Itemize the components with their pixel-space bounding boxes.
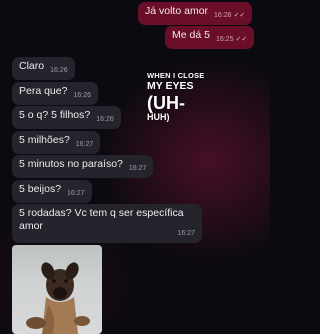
message-outgoing[interactable]: Me dá 5 16:25 ✓✓ [165, 26, 255, 49]
message-text: 5 minutos no paraíso? [19, 158, 123, 170]
dog-photo[interactable] [12, 245, 102, 334]
caption-line: (UH- [147, 93, 185, 113]
message-time: 16:27 [128, 165, 147, 172]
message-incoming[interactable]: 5 milhões? 16:27 [12, 131, 101, 154]
caption-line: MY EYES [147, 80, 194, 92]
message-time: 16:25 [215, 36, 234, 43]
message-text: 5 beijos? [19, 183, 62, 195]
video-caption-overlay: WHEN I CLOSE MY EYES (UH- HUH) [147, 71, 247, 123]
message-incoming[interactable]: Claro 16:26 [12, 57, 75, 80]
message-time: 16:26 [214, 12, 232, 19]
message-text: 5 o q? 5 filhos? [19, 109, 91, 121]
message-text: Me dá 5 [172, 29, 210, 41]
caption-line: WHEN I CLOSE [147, 71, 205, 80]
message-incoming[interactable]: 5 o q? 5 filhos? 16:26 [12, 106, 121, 129]
message-text: 5 rodadas? Vc tem q ser específica amor [19, 207, 184, 232]
message-incoming[interactable]: 5 beijos? 16:27 [12, 180, 92, 203]
message-incoming[interactable]: Pera que? 16:26 [12, 82, 98, 105]
message-time: 16:27 [177, 230, 195, 237]
message-text: 5 milhões? [19, 134, 70, 146]
message-outgoing[interactable]: Já volto amor 16:26 ✓✓ [138, 2, 253, 25]
message-time: 16:26 [96, 116, 114, 123]
message-time: 16:26 [50, 67, 68, 74]
read-ticks-icon: ✓✓ [235, 36, 248, 43]
message-time: 16:27 [67, 190, 85, 197]
message-incoming[interactable]: 5 minutos no paraíso? 16:27 [12, 155, 154, 178]
message-time: 16:27 [75, 141, 94, 148]
message-text: Já volto amor [145, 5, 209, 17]
dog-illustration [26, 262, 90, 334]
message-incoming[interactable]: 5 rodadas? Vc tem q ser específica amor 1… [12, 204, 202, 243]
read-ticks-icon: ✓✓ [233, 12, 246, 19]
message-text: Pera que? [19, 85, 68, 97]
message-time: 16:26 [73, 92, 91, 99]
caption-line: HUH) [147, 112, 170, 122]
message-text: Claro [19, 60, 45, 72]
